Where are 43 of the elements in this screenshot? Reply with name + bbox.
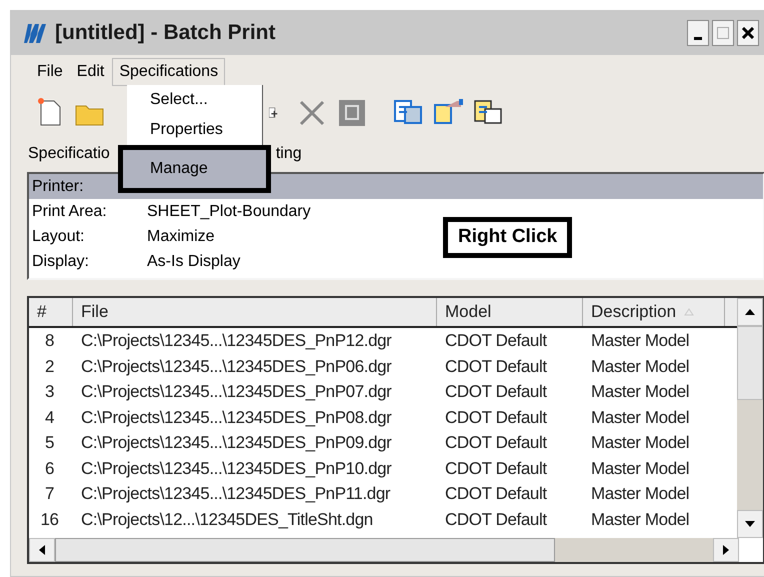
table-cell-text: C:\Projects\12...\12345DES_TitleSht.dgn xyxy=(80,508,374,530)
table-cell-text: CDOT Default xyxy=(444,508,548,530)
table-cell-text: C:\Projects\12345...\12345DES_PnP10.dgr xyxy=(80,458,392,480)
table-cell-text: Master Model xyxy=(590,508,690,530)
table-cell-text: CDOT Default xyxy=(444,356,548,378)
table-cell-text: C:\Projects\12345...\12345DES_PnP09.dgr xyxy=(80,432,392,454)
property-name: Display: xyxy=(32,252,90,272)
table-cell-text: 6 xyxy=(44,458,56,480)
table-cell-text: C:\Projects\12345...\12345DES_PnP11.dgr xyxy=(80,483,392,505)
table-cell-text: CDOT Default xyxy=(444,483,548,505)
table-cell-text: CDOT Default xyxy=(444,432,548,454)
section-label: Specificatio xyxy=(28,144,110,164)
table-cell-text: CDOT Default xyxy=(444,406,548,428)
table-cell-text: 5 xyxy=(44,432,56,454)
table-cell-text: 7 xyxy=(44,483,56,505)
section-label: ting xyxy=(276,144,302,164)
table-cell-text: C:\Projects\12345...\12345DES_PnP07.dgr xyxy=(80,381,392,403)
table-cell-text: Master Model xyxy=(590,432,690,454)
callout: Right Click xyxy=(443,217,572,258)
table-cell-text: 2 xyxy=(44,356,56,378)
table-cell-text: C:\Projects\12345...\12345DES_PnP06.dgr xyxy=(80,356,392,378)
table-cell-text: Master Model xyxy=(590,330,690,352)
property-name: Layout: xyxy=(32,226,86,246)
table-cell-text: C:\Projects\12345...\12345DES_PnP12.dgr xyxy=(80,330,392,352)
table-cell-text: CDOT Default xyxy=(444,458,548,480)
table-cell-text: Master Model xyxy=(590,356,690,378)
table-cell-text: 3 xyxy=(44,381,56,403)
table-cell-text: CDOT Default xyxy=(444,381,548,403)
table-cell-text: Master Model xyxy=(590,406,690,428)
table-cell-text: 4 xyxy=(44,406,56,428)
property-value: SHEET_Plot-Boundary xyxy=(147,202,311,222)
table-cell-text: 16 xyxy=(39,508,60,530)
property-value: Maximize xyxy=(147,226,215,246)
table-cell-text: CDOT Default xyxy=(444,330,548,352)
table-cell-text: C:\Projects\12345...\12345DES_PnP08.dgr xyxy=(80,406,392,428)
table-cell-text: Master Model xyxy=(590,483,690,505)
table-cell-text: 8 xyxy=(44,330,56,352)
window-title: [untitled] - Batch Print xyxy=(55,20,276,46)
property-value: As-Is Display xyxy=(147,252,240,272)
table-cell-text: Master Model xyxy=(590,458,690,480)
property-name: Printer: xyxy=(32,176,85,196)
table-cell-text: Master Model xyxy=(590,381,690,403)
property-name: Print Area: xyxy=(32,202,108,222)
